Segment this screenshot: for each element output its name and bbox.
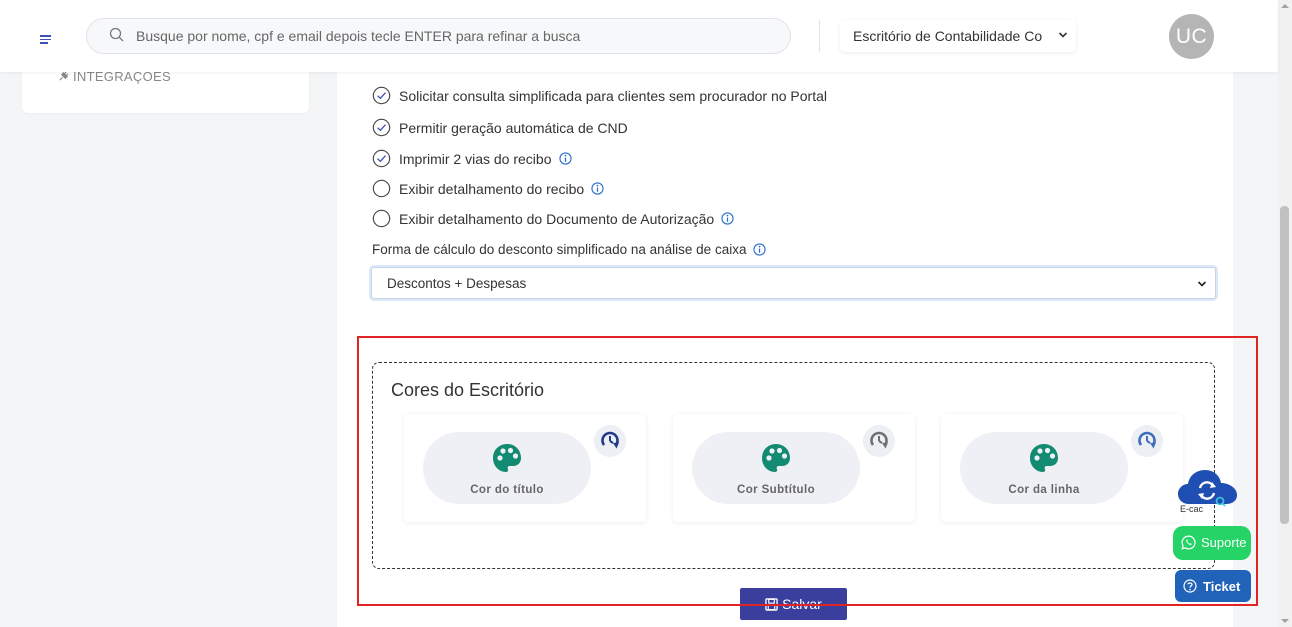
option-label: Exibir detalhamento do recibo	[399, 180, 585, 197]
hamburger-menu-icon[interactable]	[40, 35, 52, 44]
search-input[interactable]	[136, 19, 776, 53]
ecac-widget[interactable]: E-cac	[1177, 468, 1241, 516]
scroll-down-arrow[interactable]	[1281, 619, 1289, 623]
reset-icon	[601, 431, 619, 449]
calc-label-text: Forma de cálculo do desconto simplificad…	[372, 242, 747, 257]
color-card-label: Cor do título	[470, 484, 544, 496]
cloud-sync-icon	[1178, 470, 1237, 507]
save-button[interactable]: Salvar	[740, 588, 847, 620]
reset-icon	[1138, 431, 1156, 449]
chevron-down-icon	[1058, 32, 1068, 38]
ticket-label: Ticket	[1203, 579, 1241, 594]
info-icon[interactable]	[558, 152, 572, 165]
color-card-title: Cor do título	[404, 414, 646, 522]
suporte-button[interactable]: Suporte	[1173, 526, 1251, 560]
search-bar[interactable]	[86, 18, 791, 54]
page-scrollbar[interactable]	[1278, 0, 1292, 627]
reset-color-button[interactable]	[863, 425, 895, 457]
option-detalhamento-documento[interactable]: Exibir detalhamento do Documento de Auto…	[372, 209, 734, 228]
option-label: Solicitar consulta simplificada para cli…	[399, 87, 827, 104]
search-icon	[109, 27, 124, 42]
option-geracao-cnd[interactable]: Permitir geração automática de CND	[372, 118, 628, 137]
option-detalhamento-recibo[interactable]: Exibir detalhamento do recibo	[372, 179, 604, 198]
save-button-label: Salvar	[782, 596, 822, 612]
plug-icon	[59, 71, 69, 81]
scroll-up-arrow[interactable]	[1281, 4, 1289, 8]
check-circle-icon[interactable]	[372, 118, 391, 137]
check-circle-icon[interactable]	[372, 149, 391, 168]
option-label: Imprimir 2 vias do recibo	[399, 150, 552, 167]
top-header: Escritório de Contabilidade Co UC	[0, 0, 1278, 72]
option-consulta-simplificada[interactable]: Solicitar consulta simplificada para cli…	[372, 86, 827, 105]
empty-circle-icon[interactable]	[372, 209, 391, 228]
calc-method-select[interactable]: Descontos + Despesas	[371, 267, 1216, 299]
color-picker-line[interactable]: Cor da linha	[960, 432, 1128, 504]
info-icon[interactable]	[591, 182, 604, 195]
color-card-subtitle: Cor Subtítulo	[673, 414, 915, 522]
user-avatar[interactable]: UC	[1169, 14, 1214, 59]
option-imprimir-vias[interactable]: Imprimir 2 vias do recibo	[372, 149, 572, 168]
option-label: Permitir geração automática de CND	[399, 119, 628, 136]
option-label: Exibir detalhamento do Documento de Auto…	[399, 210, 715, 227]
palette-icon	[1030, 444, 1058, 472]
info-icon[interactable]	[753, 243, 767, 256]
color-card-label: Cor Subtítulo	[736, 484, 816, 496]
color-card-label: Cor da linha	[1008, 484, 1080, 496]
color-picker-title[interactable]: Cor do título	[423, 432, 591, 504]
color-picker-subtitle[interactable]: Cor Subtítulo	[692, 432, 860, 504]
check-circle-icon[interactable]	[372, 86, 391, 105]
suporte-label: Suporte	[1201, 535, 1247, 550]
floppy-disk-icon	[765, 598, 778, 611]
color-card-line: Cor da linha	[941, 414, 1183, 522]
chevron-down-icon	[1197, 281, 1207, 287]
info-icon[interactable]	[721, 212, 734, 225]
ticket-button[interactable]: Ticket	[1175, 570, 1251, 602]
header-divider	[819, 20, 820, 52]
calc-method-label: Forma de cálculo do desconto simplificad…	[372, 242, 767, 257]
palette-icon	[762, 444, 790, 472]
empty-circle-icon[interactable]	[372, 179, 391, 198]
reset-color-button[interactable]	[1131, 425, 1163, 457]
calc-method-value: Descontos + Despesas	[387, 276, 527, 291]
office-select[interactable]: Escritório de Contabilidade Co	[840, 20, 1076, 52]
question-circle-icon	[1183, 579, 1197, 593]
ecac-label: E-cac	[1180, 504, 1204, 514]
palette-icon	[493, 444, 521, 472]
scroll-thumb[interactable]	[1280, 206, 1289, 524]
office-colors-title: Cores do Escritório	[391, 380, 545, 400]
office-select-value: Escritório de Contabilidade Co	[853, 28, 1043, 44]
reset-icon	[870, 431, 888, 449]
whatsapp-icon	[1181, 535, 1196, 550]
reset-color-button[interactable]	[594, 425, 626, 457]
